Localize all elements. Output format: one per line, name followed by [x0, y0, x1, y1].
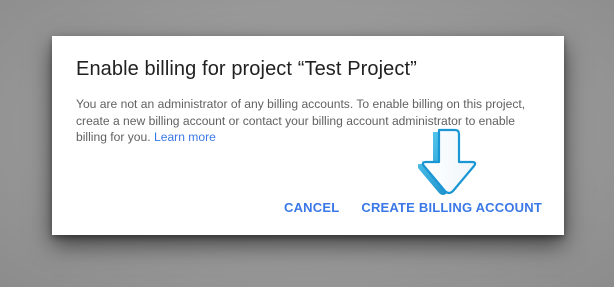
- dialog-actions: CANCEL CREATE BILLING ACCOUNT: [284, 200, 542, 215]
- billing-dialog: Enable billing for project “Test Project…: [52, 36, 564, 235]
- dialog-title: Enable billing for project “Test Project…: [76, 58, 417, 80]
- create-billing-account-button[interactable]: CREATE BILLING ACCOUNT: [361, 200, 542, 215]
- learn-more-link[interactable]: Learn more: [154, 130, 216, 144]
- cancel-button[interactable]: CANCEL: [284, 200, 339, 215]
- down-arrow-icon: [418, 128, 477, 195]
